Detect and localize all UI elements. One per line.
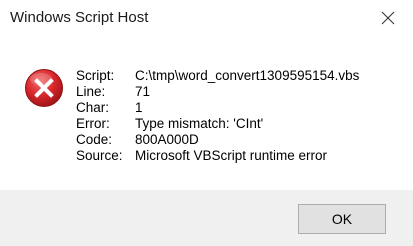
button-bar: OK [0,190,413,246]
char-row: Char: 1 [76,100,359,116]
line-value: 71 [135,84,151,99]
script-value: C:\tmp\word_convert1309595154.vbs [135,68,360,83]
error-label: Error: [76,116,110,131]
error-details: Script: C:\tmp\word_convert1309595154.vbs… [76,68,359,164]
code-row: Code: 800A000D [76,132,359,148]
source-row: Source: Microsoft VBScript runtime error [76,148,359,164]
close-button[interactable] [373,4,403,32]
ok-button[interactable]: OK [298,204,386,234]
dialog-content: Script: C:\tmp\word_convert1309595154.vbs… [0,38,413,190]
script-row: Script: C:\tmp\word_convert1309595154.vbs [76,68,359,84]
char-value: 1 [135,100,143,115]
error-value: Type mismatch: 'CInt' [135,116,264,131]
message-dialog: Windows Script Host Script: C:\tmp\word_… [0,0,413,246]
script-label: Script: [76,68,115,83]
code-value: 800A000D [135,132,199,147]
code-label: Code: [76,132,113,147]
line-label: Line: [76,84,106,99]
window-title: Windows Script Host [10,9,149,26]
error-row: Error: Type mismatch: 'CInt' [76,116,359,132]
title-bar[interactable]: Windows Script Host [0,0,413,38]
source-value: Microsoft VBScript runtime error [135,148,328,163]
close-icon [381,11,395,25]
source-label: Source: [76,148,123,163]
line-row: Line: 71 [76,84,359,100]
error-icon [24,68,64,108]
char-label: Char: [76,100,110,115]
